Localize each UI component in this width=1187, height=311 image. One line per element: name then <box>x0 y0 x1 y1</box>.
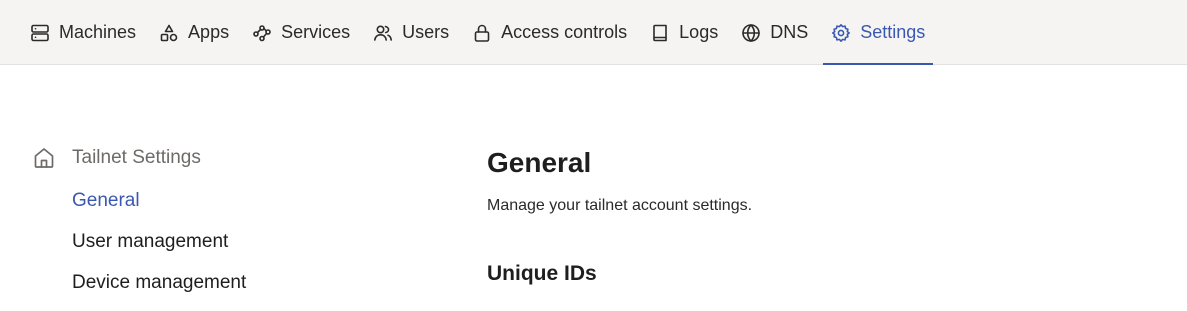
server-icon <box>30 23 50 43</box>
section-title: Unique IDs <box>487 262 597 285</box>
tab-services[interactable]: Services <box>242 0 360 65</box>
tab-label: Access controls <box>501 22 628 42</box>
services-icon <box>252 23 272 43</box>
tab-users[interactable]: Users <box>363 0 459 65</box>
tab-label: Settings <box>860 22 926 42</box>
tab-apps[interactable]: Apps <box>149 0 239 65</box>
main-content: General Manage your tailnet account sett… <box>487 145 752 288</box>
tab-dns[interactable]: DNS <box>731 0 818 65</box>
settings-sidebar: Tailnet Settings General User management… <box>32 142 246 297</box>
page-title: General <box>487 147 592 178</box>
tab-logs[interactable]: Logs <box>640 0 728 65</box>
book-icon <box>650 23 670 43</box>
sidebar-item-device-management[interactable]: Device management <box>72 269 246 297</box>
tab-label: Services <box>281 22 351 42</box>
page-description: Manage your tailnet account settings. <box>487 197 753 214</box>
lock-icon <box>472 23 492 43</box>
sidebar-item-general[interactable]: General <box>72 187 246 215</box>
tab-label: Users <box>402 22 450 42</box>
tab-label: Logs <box>679 22 719 42</box>
sidebar-header: Tailnet Settings <box>32 142 246 174</box>
shapes-icon <box>159 23 179 43</box>
nav-tabs: Machines Apps Services Users Access cont… <box>20 0 938 65</box>
top-navigation: Machines Apps Services Users Access cont… <box>0 0 1187 65</box>
gear-icon <box>831 23 851 43</box>
sidebar-header-label: Tailnet Settings <box>72 147 201 168</box>
tab-access-controls[interactable]: Access controls <box>462 0 637 65</box>
tab-machines[interactable]: Machines <box>20 0 146 65</box>
globe-icon <box>741 23 761 43</box>
tab-settings[interactable]: Settings <box>821 0 935 65</box>
tab-label: DNS <box>770 22 809 42</box>
tab-label: Apps <box>188 22 230 42</box>
sidebar-item-user-management[interactable]: User management <box>72 228 246 256</box>
tab-label: Machines <box>59 22 137 42</box>
home-icon <box>32 146 56 170</box>
users-icon <box>373 23 393 43</box>
